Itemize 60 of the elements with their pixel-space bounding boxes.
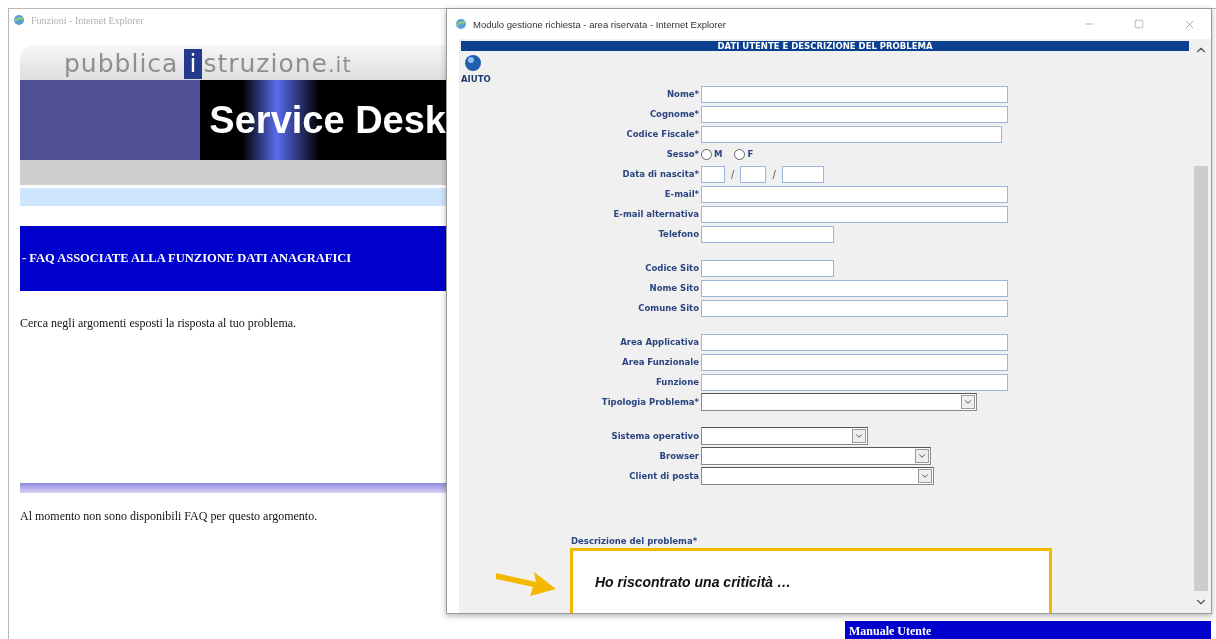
browser-icon <box>455 18 467 30</box>
dropdown-icon <box>915 449 929 463</box>
message-text: Al momento non sono disponibili FAQ per questo argomento. <box>20 509 319 524</box>
field-label: Descrizione del problema* <box>571 536 699 546</box>
dropdown-icon <box>918 469 932 483</box>
field-label: Area Applicativa <box>620 337 700 347</box>
scrollbar[interactable] <box>1191 39 1211 613</box>
text-field[interactable] <box>701 279 1008 297</box>
field-label: Tipologia Problema* <box>601 397 700 407</box>
date-separator: / <box>731 168 735 180</box>
field-label: Telefono <box>658 229 700 239</box>
text-field[interactable] <box>701 85 1008 103</box>
section-heading: Manuale Utente <box>849 623 932 639</box>
text-field[interactable] <box>701 205 1008 223</box>
field-label: Cognome* <box>649 109 700 119</box>
field-label: Comune Sito <box>638 303 700 313</box>
text-field[interactable] <box>701 185 1008 203</box>
date-field[interactable] <box>781 165 824 183</box>
site-logo: pubblica i struzione.it <box>64 49 352 80</box>
intro-text: Cerca negli argomenti esposti la risposta al tuo problema. <box>20 316 298 331</box>
field-label: Client di posta <box>629 471 700 481</box>
field-label: Codice Fiscale* <box>626 129 700 139</box>
field-label: Codice Sito <box>645 263 700 273</box>
field-label: Sesso* <box>666 149 700 159</box>
text-field[interactable] <box>701 259 834 277</box>
date-field[interactable] <box>701 165 725 183</box>
field-label: Area Funzionale <box>622 357 700 367</box>
field-label: E-mail* <box>664 189 700 199</box>
field-label: Sistema operativo <box>611 431 700 441</box>
dropdown-icon <box>852 429 866 443</box>
select-field[interactable] <box>701 467 934 485</box>
text-field[interactable] <box>701 333 1008 351</box>
text-field[interactable] <box>701 353 1008 371</box>
description-field[interactable]: Ho riscontrato una criticità … <box>570 548 1052 613</box>
help-icon[interactable] <box>464 54 482 72</box>
window-title: Funzioni - Internet Explorer <box>31 14 144 26</box>
text-field[interactable] <box>701 125 1002 143</box>
help-label[interactable]: AIUTO <box>461 74 491 84</box>
field-label: Browser <box>659 451 700 461</box>
text-field[interactable] <box>701 225 834 243</box>
field-label: Data di nascita* <box>622 169 700 179</box>
scroll-thumb[interactable] <box>1194 166 1208 591</box>
browser-icon <box>13 14 25 26</box>
maximize-icon[interactable] <box>1134 19 1144 29</box>
select-field[interactable] <box>701 393 977 411</box>
section-heading: - FAQ ASSOCIATE ALLA FUNZIONE DATI ANAGRAFICI <box>22 251 352 266</box>
date-separator: / <box>772 168 776 180</box>
text-field[interactable] <box>701 299 1008 317</box>
field-label: E-mail alternativa <box>613 209 700 219</box>
text-field[interactable] <box>701 105 1008 123</box>
dropdown-icon <box>961 395 975 409</box>
select-field[interactable] <box>701 447 931 465</box>
text-field[interactable] <box>701 373 1008 391</box>
select-field[interactable] <box>701 427 868 445</box>
form-header: DATI UTENTE E DESCRIZIONE DEL PROBLEMA <box>461 41 1189 51</box>
field-label: Funzione <box>656 377 700 387</box>
date-field[interactable] <box>740 165 767 183</box>
window-title: Modulo gestione richiesta - area riservata - Internet Explorer <box>473 18 727 30</box>
field-label: Nome Sito <box>649 283 700 293</box>
field-label: Nome* <box>666 89 700 99</box>
